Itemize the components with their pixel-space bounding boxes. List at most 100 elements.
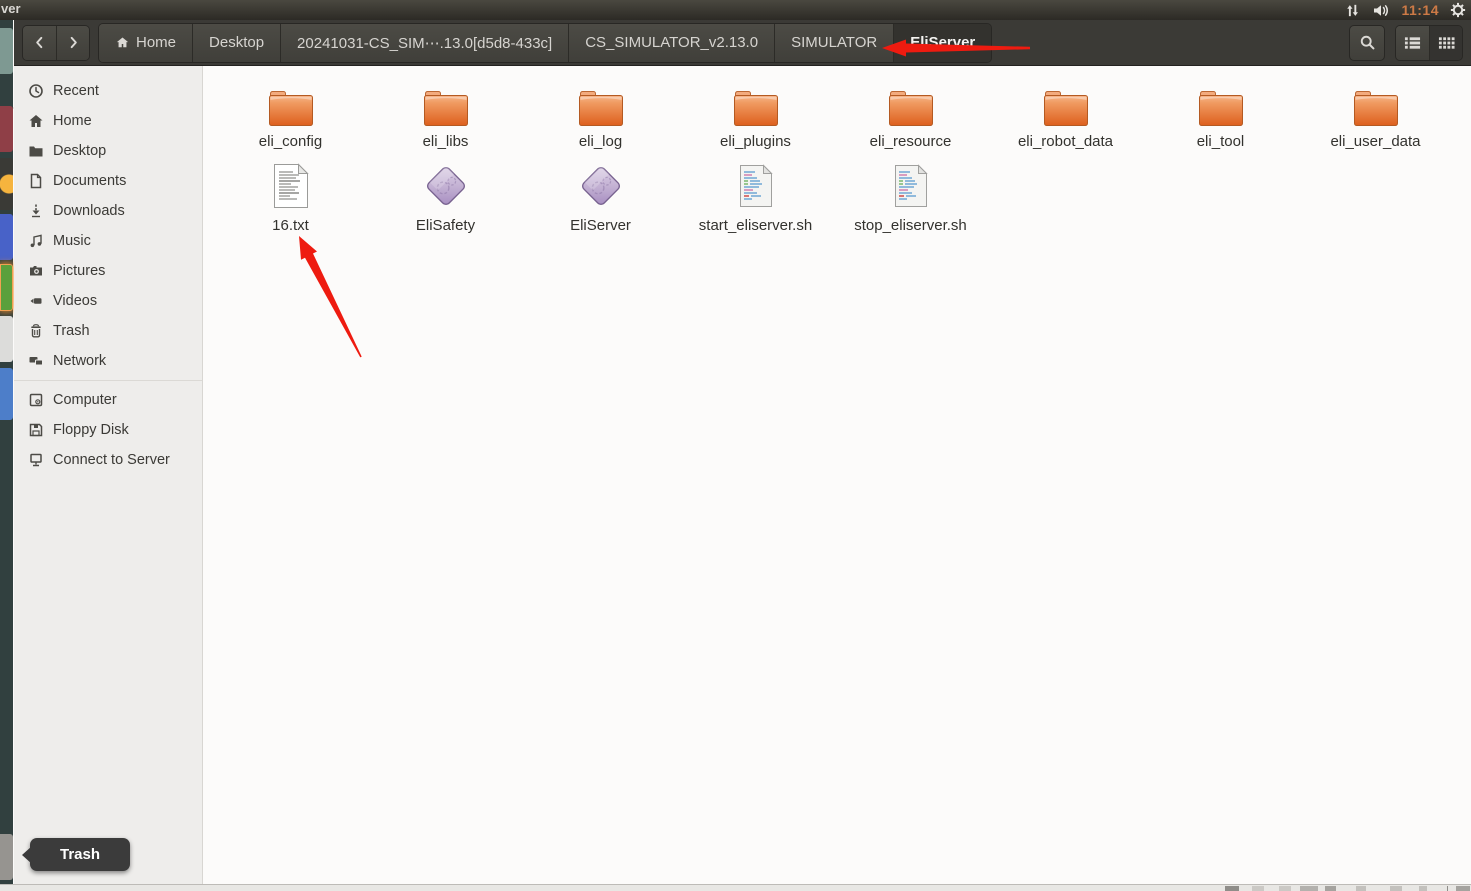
file-item-elisafety[interactable]: EliSafety — [368, 160, 523, 234]
music-icon — [28, 233, 44, 249]
path-segment-desktop[interactable]: Desktop — [192, 23, 281, 62]
file-item-label: eli_log — [578, 133, 623, 150]
sidebar-item-downloads[interactable]: Downloads — [14, 196, 202, 226]
dock-item-app-orange-ball[interactable] — [0, 158, 13, 210]
path-segment-label: Desktop — [209, 34, 265, 51]
path-segment-home[interactable]: Home — [99, 23, 193, 62]
dock-item-app-blue-2[interactable] — [0, 368, 13, 420]
file-item-label: EliServer — [570, 217, 631, 234]
forward-button[interactable] — [56, 25, 89, 60]
path-segment-eliserver[interactable]: EliServer — [893, 23, 992, 62]
path-segment-label: Home — [136, 34, 177, 51]
back-button[interactable] — [23, 25, 56, 60]
taskbar-icon[interactable] — [1456, 886, 1470, 891]
path-segment-label: SIMULATOR — [791, 34, 878, 51]
folder-large-iconbox — [888, 82, 934, 128]
sidebar-item-label: Computer — [53, 392, 117, 408]
file-item-eli-robot-data[interactable]: eli_robot_data — [988, 82, 1143, 150]
file-item-eli-user-data[interactable]: eli_user_data — [1298, 82, 1453, 150]
folder-large-icon — [1043, 90, 1089, 128]
clock[interactable]: 11:14 — [1401, 2, 1439, 18]
bottom-taskbar-strip — [0, 884, 1471, 891]
sidebar-item-floppy-disk[interactable]: Floppy Disk — [14, 415, 202, 445]
list-view-button[interactable] — [1396, 25, 1429, 60]
sidebar-item-music[interactable]: Music — [14, 226, 202, 256]
file-item-stop-eliserver-sh[interactable]: stop_eliserver.sh — [833, 160, 988, 234]
shell-script-icon — [739, 164, 773, 208]
file-item-label: eli_tool — [1196, 133, 1245, 150]
dock-item-app-gray[interactable] — [0, 316, 13, 362]
network-updown-icon[interactable] — [1344, 3, 1361, 18]
dock-item-app-green-active[interactable] — [0, 264, 13, 311]
taskbar-icon[interactable] — [1419, 886, 1427, 891]
file-item-eli-config[interactable]: eli_config — [213, 82, 368, 150]
top-panel: ver 11:14 — [0, 0, 1471, 20]
grid-view-button[interactable] — [1429, 25, 1462, 60]
file-item-eli-resource[interactable]: eli_resource — [833, 82, 988, 150]
path-segment-label: 20241031-CS_SIM⋯.13.0[d5d8-433c] — [297, 34, 553, 52]
path-segment-cs-simulator-v2-13-0[interactable]: CS_SIMULATOR_v2.13.0 — [568, 23, 775, 62]
home-icon — [28, 113, 44, 129]
toolbar: Home Desktop 20241031-CS_SIM⋯.13.0[d5d8-43… — [14, 20, 1471, 66]
sidebar-item-videos[interactable]: Videos — [14, 286, 202, 316]
sidebar-item-home[interactable]: Home — [14, 106, 202, 136]
shell-script-icon — [894, 164, 928, 208]
path-segment-20241031-cs-sim-13-0-d5d8-433c[interactable]: 20241031-CS_SIM⋯.13.0[d5d8-433c] — [280, 23, 569, 62]
window-title-fragment: ver — [1, 1, 21, 16]
text-file-icon — [273, 163, 309, 209]
volume-icon[interactable] — [1372, 3, 1390, 18]
sidebar-item-label: Home — [53, 113, 92, 129]
sidebar-item-computer[interactable]: Computer — [14, 385, 202, 415]
settings-gear-icon[interactable] — [1450, 2, 1466, 18]
file-item-label: eli_plugins — [720, 133, 791, 150]
taskbar-icon[interactable] — [1225, 886, 1239, 891]
sidebar-item-desktop[interactable]: Desktop — [14, 136, 202, 166]
executable-diamond-icon — [575, 160, 627, 212]
folder-large-icon — [1353, 90, 1399, 128]
file-item-eli-plugins[interactable]: eli_plugins — [678, 82, 833, 150]
file-item-start-eliserver-sh[interactable]: start_eliserver.sh — [678, 160, 833, 234]
executable-diamond-icon — [420, 160, 472, 212]
file-item-label: 16.txt — [272, 217, 309, 234]
file-item-eli-tool[interactable]: eli_tool — [1143, 82, 1298, 150]
file-item-eli-libs[interactable]: eli_libs — [368, 82, 523, 150]
path-segment-simulator[interactable]: SIMULATOR — [774, 23, 894, 62]
sidebar-item-network[interactable]: Network — [14, 346, 202, 376]
file-item-eli-log[interactable]: eli_log — [523, 82, 678, 150]
video-icon — [28, 293, 44, 309]
file-item-eliserver[interactable]: EliServer — [523, 160, 678, 234]
taskbar-icon[interactable] — [1300, 886, 1318, 891]
sidebar-item-label: Desktop — [53, 143, 107, 159]
sidebar-item-recent[interactable]: Recent — [14, 76, 202, 106]
taskbar-icon[interactable] — [1325, 886, 1336, 891]
dock — [0, 20, 13, 884]
sidebar-item-pictures[interactable]: Pictures — [14, 256, 202, 286]
file-row-files: 16.txt EliSafety EliServer start_eliserver.… — [213, 160, 988, 234]
file-item-label: eli_config — [258, 133, 323, 150]
path-segment-label: CS_SIMULATOR_v2.13.0 — [585, 34, 759, 51]
taskbar-icon[interactable] — [1279, 886, 1291, 891]
server-icon — [28, 452, 44, 468]
dock-item-trash-dock[interactable] — [0, 834, 13, 880]
path-bar: Home Desktop 20241031-CS_SIM⋯.13.0[d5d8-43… — [98, 22, 993, 63]
sidebar-item-connect-to-server[interactable]: Connect to Server — [14, 445, 202, 475]
dock-item-app-teal[interactable] — [0, 28, 13, 74]
shell-script-iconbox — [894, 160, 928, 212]
folder-icon — [28, 143, 44, 159]
file-item-16-txt[interactable]: 16.txt — [213, 160, 368, 234]
sidebar-item-trash[interactable]: Trash — [14, 316, 202, 346]
sidebar-item-label: Downloads — [53, 203, 125, 219]
taskbar-icon[interactable] — [1390, 886, 1402, 891]
taskbar-icon[interactable] — [1356, 886, 1366, 891]
search-button[interactable] — [1349, 24, 1385, 61]
file-item-label: EliSafety — [415, 217, 476, 234]
floppy-icon — [28, 422, 44, 438]
folder-large-icon — [578, 90, 624, 128]
sidebar-item-documents[interactable]: Documents — [14, 166, 202, 196]
trash-icon — [28, 323, 44, 339]
dock-item-app-blue[interactable] — [0, 214, 13, 260]
taskbar-icon[interactable] — [1447, 886, 1448, 891]
shell-script-iconbox — [739, 160, 773, 212]
file-row-folders: eli_config eli_libs eli_log eli_plugins eli_… — [213, 82, 1453, 150]
taskbar-icon[interactable] — [1252, 886, 1264, 891]
